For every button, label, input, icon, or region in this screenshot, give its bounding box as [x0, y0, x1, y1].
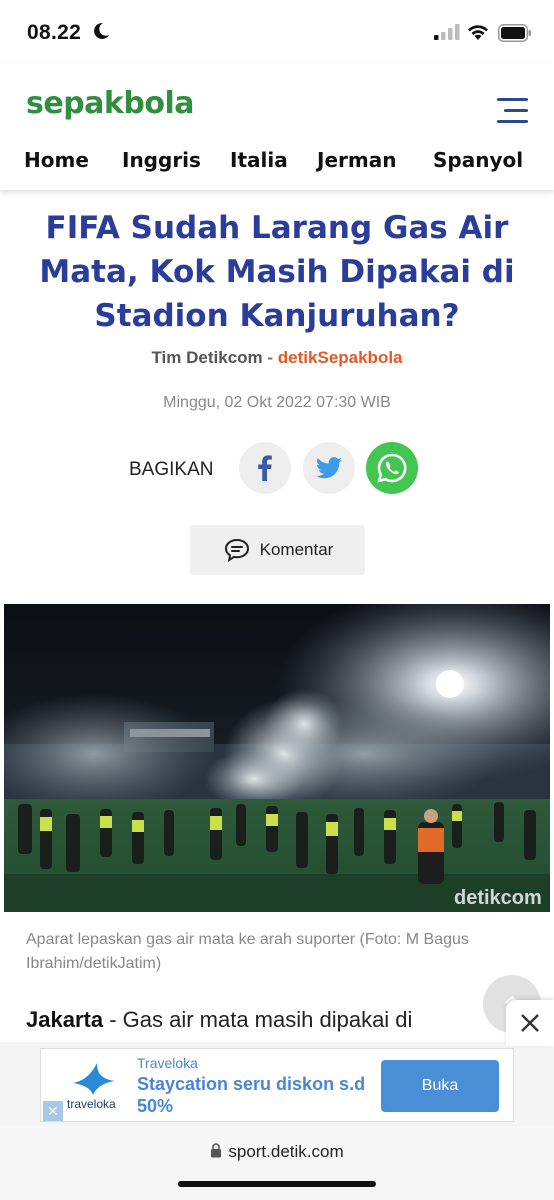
- moon-icon: [94, 22, 109, 39]
- status-time: 08.22: [27, 21, 82, 44]
- home-indicator[interactable]: [178, 1181, 376, 1187]
- whatsapp-icon: [377, 453, 407, 483]
- share-bar: BAGIKAN: [0, 442, 554, 496]
- menu-icon[interactable]: [497, 98, 528, 124]
- close-icon: [521, 1014, 539, 1032]
- nav-item-italia[interactable]: Italia: [230, 148, 288, 172]
- facebook-share-button[interactable]: [239, 442, 291, 494]
- traveloka-bird-icon: [73, 1063, 115, 1095]
- status-bar: 08.22: [0, 0, 554, 64]
- whatsapp-share-button[interactable]: [366, 442, 418, 494]
- nav-item-inggris[interactable]: Inggris: [122, 148, 201, 172]
- publish-date: Minggu, 02 Okt 2022 07:30 WIB: [163, 394, 391, 411]
- battery-icon: [498, 24, 531, 42]
- ad-close-button[interactable]: [506, 1000, 554, 1046]
- wifi-icon: [468, 25, 488, 40]
- comment-button[interactable]: Komentar: [190, 525, 365, 575]
- ad-brand-name: Traveloka: [137, 1055, 198, 1071]
- ad-choices-icon[interactable]: ✕: [43, 1101, 63, 1121]
- article-title: FIFA Sudah Larang Gas Air Mata, Kok Masi…: [39, 210, 515, 334]
- lock-icon: [211, 1143, 222, 1158]
- ad-logo-text: traveloka: [67, 1097, 116, 1111]
- url-text: sport.detik.com: [228, 1142, 344, 1161]
- site-header: sepakbola Home Inggris Italia Jerman Spa…: [0, 64, 554, 190]
- ad-open-button[interactable]: Buka: [381, 1060, 499, 1112]
- photo-watermark: detikcom: [454, 887, 542, 909]
- facebook-icon: [258, 455, 272, 481]
- photo-caption: Aparat lepaskan gas air mata ke arah sup…: [26, 931, 469, 972]
- ad-banner[interactable]: traveloka ✕ Traveloka Staycation seru di…: [40, 1048, 514, 1122]
- source-link[interactable]: detikSepakbola: [278, 348, 403, 367]
- category-nav: Home Inggris Italia Jerman Spanyol: [0, 148, 554, 182]
- comment-label: Komentar: [259, 540, 334, 559]
- nav-item-jerman[interactable]: Jerman: [317, 148, 396, 172]
- twitter-share-button[interactable]: [303, 442, 355, 494]
- article-lead-paragraph: Jakarta - Gas air mata masih dipakai di: [26, 1004, 466, 1036]
- author-name: Tim Detikcom: [151, 348, 263, 367]
- lead-location: Jakarta: [26, 1007, 104, 1032]
- cellular-signal-icon: [434, 24, 460, 40]
- article-byline: Tim Detikcom - detikSepakbola: [0, 348, 554, 368]
- ad-headline: Staycation seru diskon s.d 50%: [137, 1074, 366, 1116]
- twitter-icon: [316, 457, 342, 479]
- chat-bubble-icon: [224, 538, 249, 562]
- lead-text: - Gas air mata masih dipakai di: [103, 1007, 413, 1032]
- byline-separator: -: [267, 348, 274, 367]
- stadium-tear-gas-image: detikcom: [4, 604, 550, 912]
- nav-item-home[interactable]: Home: [24, 148, 89, 172]
- browser-url-bar[interactable]: sport.detik.com: [0, 1126, 554, 1200]
- article-photo[interactable]: detikcom: [4, 604, 550, 912]
- site-logo[interactable]: sepakbola: [26, 86, 195, 121]
- share-label: BAGIKAN: [129, 459, 214, 480]
- nav-item-spanyol[interactable]: Spanyol: [433, 148, 523, 172]
